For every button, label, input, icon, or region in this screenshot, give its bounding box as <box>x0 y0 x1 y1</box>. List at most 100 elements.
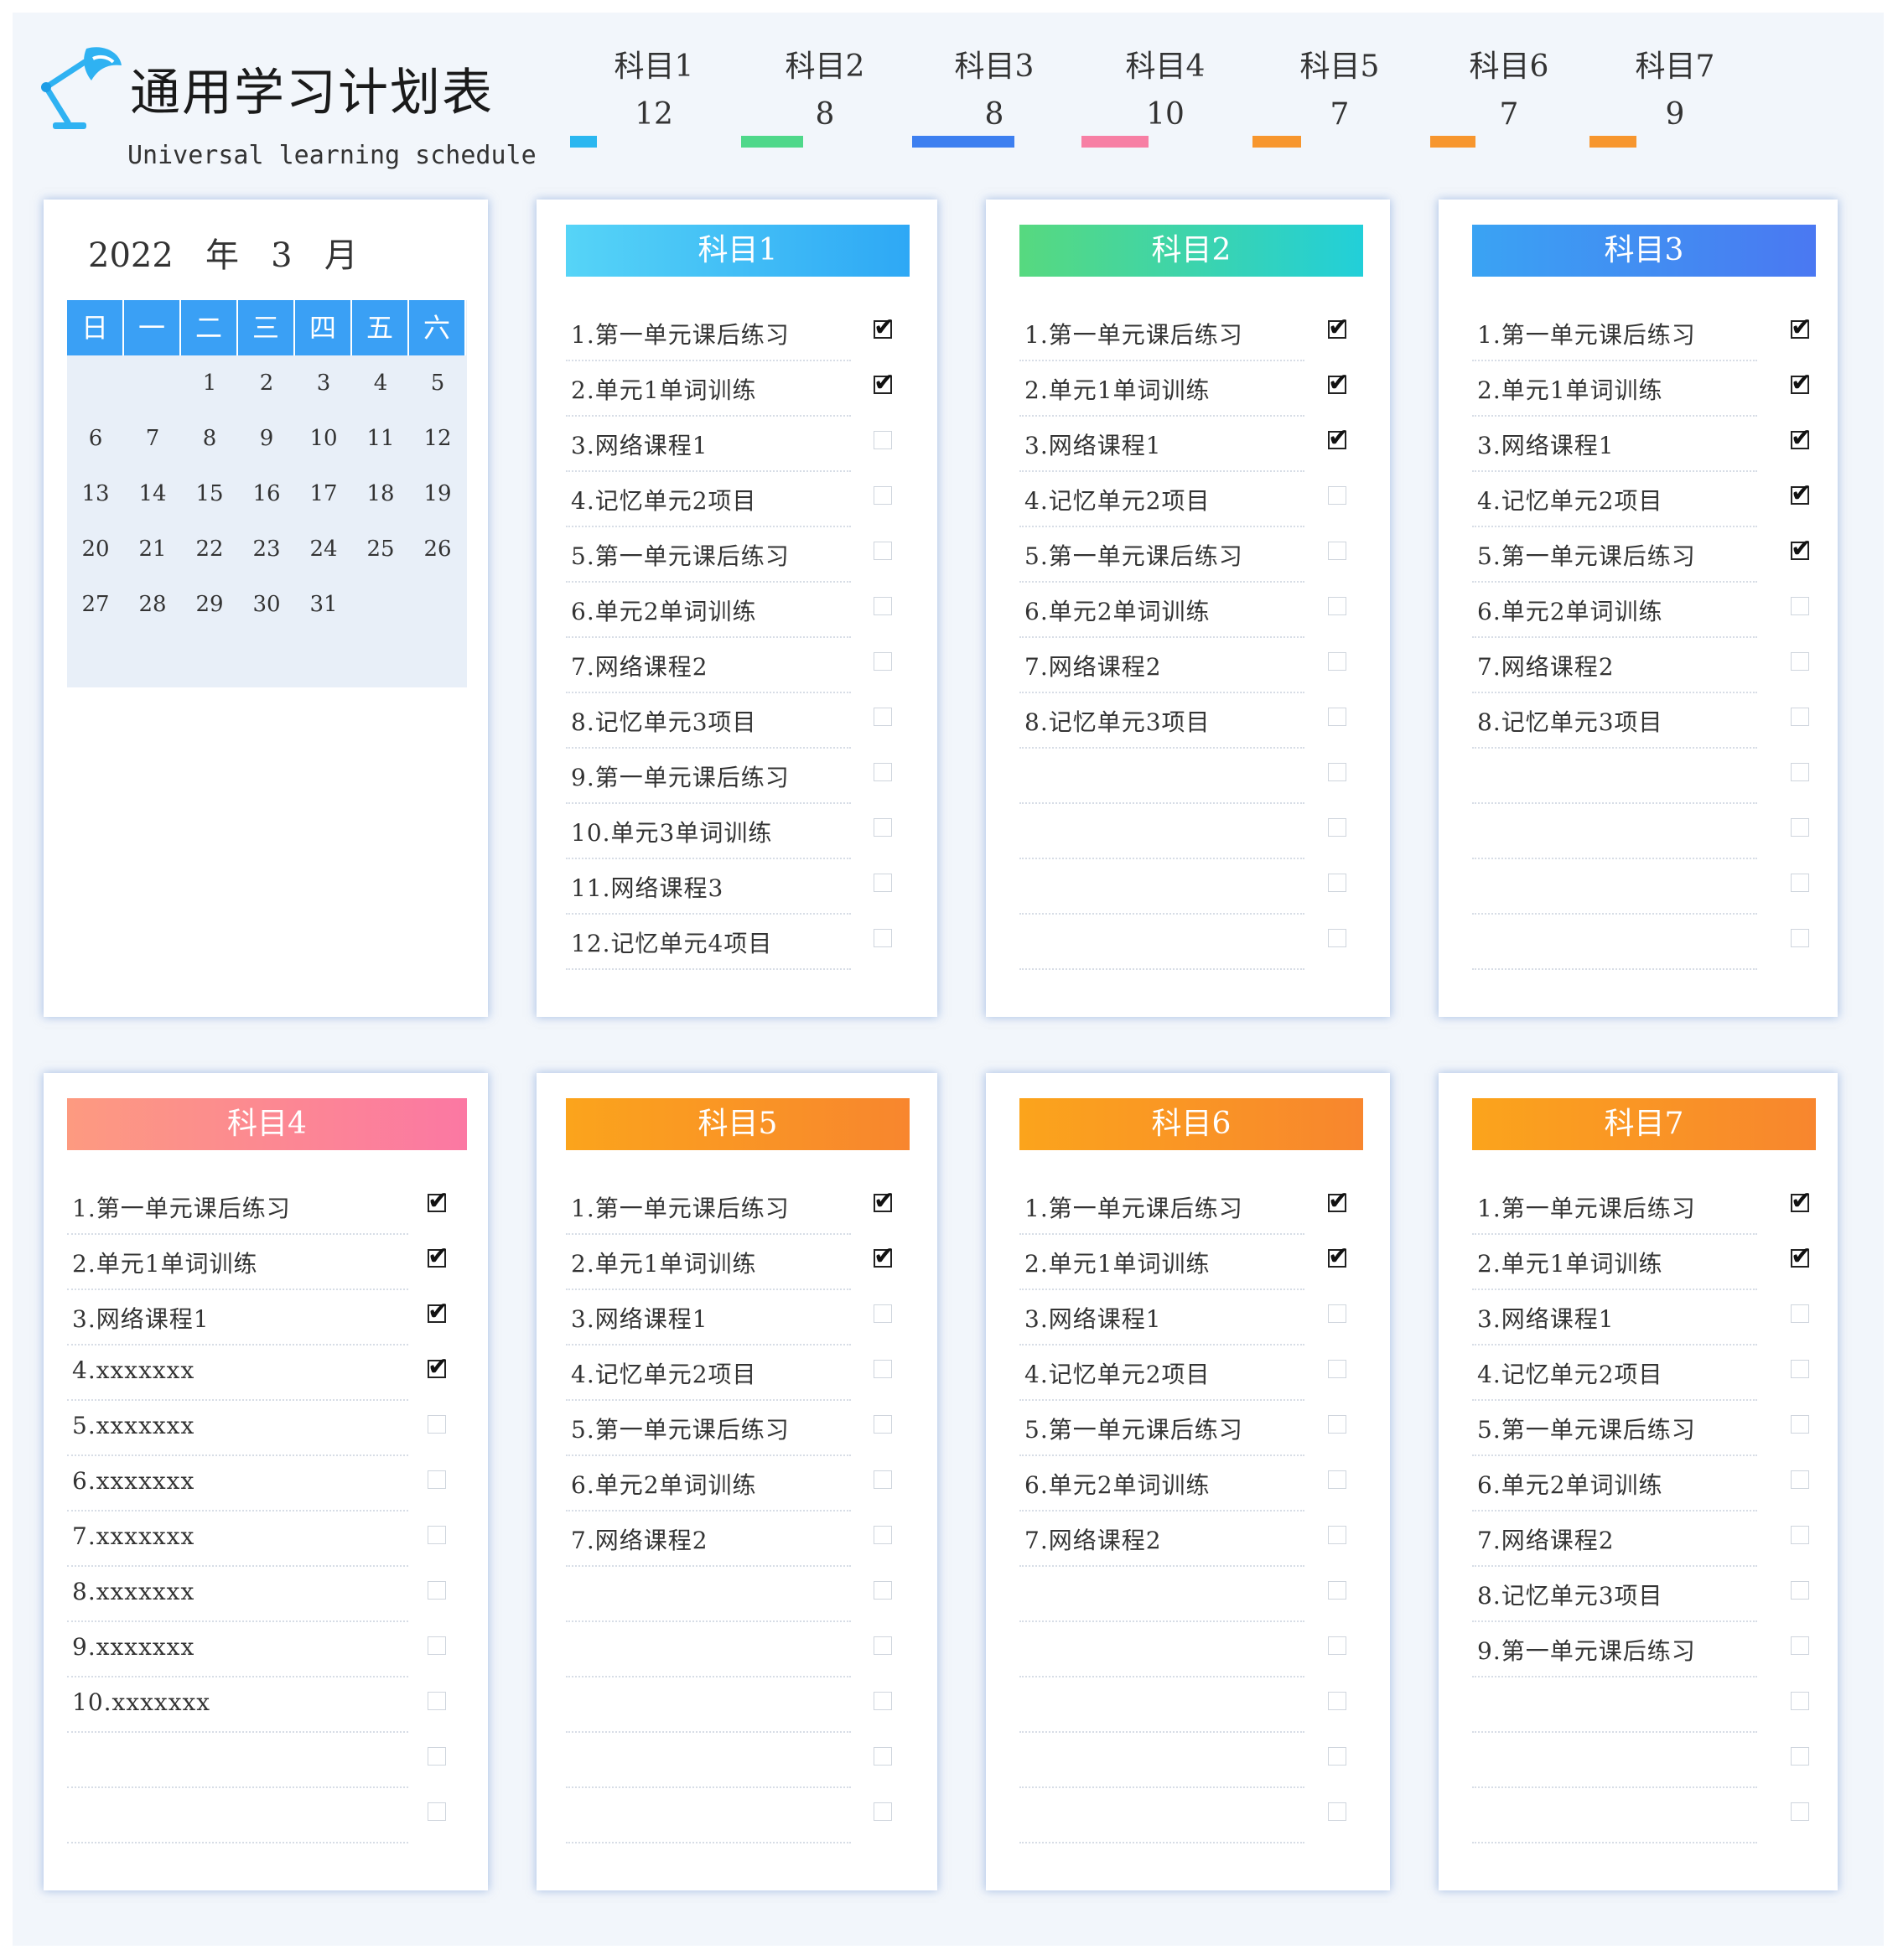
task-checkbox[interactable] <box>428 1692 446 1710</box>
task-checkbox[interactable] <box>1328 1526 1346 1544</box>
calendar-day[interactable]: 1 <box>181 355 238 411</box>
task-checkbox[interactable] <box>874 1581 892 1600</box>
task-checkbox-checked[interactable]: ✔ <box>1791 1244 1812 1269</box>
calendar-day[interactable]: 8 <box>181 411 238 466</box>
task-checkbox[interactable] <box>874 929 892 947</box>
task-checkbox[interactable] <box>1791 1581 1809 1600</box>
task-checkbox-checked[interactable]: ✔ <box>428 1299 449 1325</box>
task-checkbox-checked[interactable]: ✔ <box>874 315 895 340</box>
calendar-day[interactable]: 21 <box>124 521 181 577</box>
task-checkbox[interactable] <box>1791 1470 1809 1489</box>
task-checkbox[interactable] <box>874 818 892 837</box>
task-checkbox-checked[interactable]: ✔ <box>1791 371 1812 396</box>
calendar-day[interactable]: 19 <box>409 466 466 521</box>
calendar-day[interactable]: 7 <box>124 411 181 466</box>
task-checkbox[interactable] <box>1328 1802 1346 1821</box>
task-checkbox[interactable] <box>428 1470 446 1489</box>
task-checkbox[interactable] <box>874 597 892 615</box>
calendar-day[interactable]: 23 <box>238 521 295 577</box>
task-checkbox[interactable] <box>1791 597 1809 615</box>
task-checkbox[interactable] <box>1791 1360 1809 1378</box>
task-checkbox[interactable] <box>874 1415 892 1434</box>
task-checkbox[interactable] <box>1328 929 1346 947</box>
calendar-day[interactable]: 16 <box>238 466 295 521</box>
task-checkbox-checked[interactable]: ✔ <box>428 1244 449 1269</box>
task-checkbox-checked[interactable]: ✔ <box>1791 1189 1812 1214</box>
task-checkbox[interactable] <box>1791 1747 1809 1766</box>
calendar-day[interactable]: 15 <box>181 466 238 521</box>
task-checkbox[interactable] <box>1791 1692 1809 1710</box>
task-checkbox[interactable] <box>874 1692 892 1710</box>
task-checkbox[interactable] <box>874 1747 892 1766</box>
task-checkbox-checked[interactable]: ✔ <box>1328 315 1349 340</box>
task-checkbox[interactable] <box>1328 597 1346 615</box>
calendar-day[interactable]: 28 <box>124 577 181 632</box>
task-checkbox[interactable] <box>1328 1470 1346 1489</box>
calendar-day[interactable]: 22 <box>181 521 238 577</box>
task-checkbox[interactable] <box>428 1802 446 1821</box>
task-checkbox[interactable] <box>1328 763 1346 781</box>
calendar-day[interactable]: 31 <box>295 577 352 632</box>
task-checkbox[interactable] <box>428 1581 446 1600</box>
task-checkbox[interactable] <box>874 542 892 560</box>
calendar-day[interactable]: 11 <box>352 411 409 466</box>
calendar-day[interactable]: 5 <box>409 355 466 411</box>
task-checkbox[interactable] <box>1791 1636 1809 1655</box>
calendar-day[interactable]: 18 <box>352 466 409 521</box>
task-checkbox-checked[interactable]: ✔ <box>1328 371 1349 396</box>
task-checkbox[interactable] <box>428 1415 446 1434</box>
calendar-day[interactable]: 26 <box>409 521 466 577</box>
calendar-day[interactable]: 14 <box>124 466 181 521</box>
calendar-day[interactable]: 13 <box>67 466 124 521</box>
task-checkbox[interactable] <box>1791 1802 1809 1821</box>
task-checkbox[interactable] <box>874 652 892 671</box>
calendar-day[interactable]: 2 <box>238 355 295 411</box>
task-checkbox[interactable] <box>874 486 892 505</box>
task-checkbox[interactable] <box>428 1636 446 1655</box>
task-checkbox[interactable] <box>1791 818 1809 837</box>
task-checkbox-checked[interactable]: ✔ <box>1328 1189 1349 1214</box>
task-checkbox[interactable] <box>1791 1526 1809 1544</box>
calendar-day[interactable]: 12 <box>409 411 466 466</box>
task-checkbox-checked[interactable]: ✔ <box>874 371 895 396</box>
calendar-day[interactable]: 24 <box>295 521 352 577</box>
task-checkbox[interactable] <box>874 1470 892 1489</box>
calendar-day[interactable]: 27 <box>67 577 124 632</box>
task-checkbox[interactable] <box>1328 1304 1346 1323</box>
calendar-day[interactable]: 30 <box>238 577 295 632</box>
calendar-day[interactable]: 3 <box>295 355 352 411</box>
task-checkbox[interactable] <box>1791 1304 1809 1323</box>
calendar-day[interactable]: 17 <box>295 466 352 521</box>
task-checkbox-checked[interactable]: ✔ <box>1791 426 1812 451</box>
task-checkbox-checked[interactable]: ✔ <box>1791 315 1812 340</box>
calendar-day[interactable]: 29 <box>181 577 238 632</box>
task-checkbox[interactable] <box>1328 542 1346 560</box>
task-checkbox[interactable] <box>1791 708 1809 726</box>
calendar-day[interactable]: 10 <box>295 411 352 466</box>
task-checkbox[interactable] <box>1328 1747 1346 1766</box>
task-checkbox-checked[interactable]: ✔ <box>428 1189 449 1214</box>
task-checkbox[interactable] <box>428 1747 446 1766</box>
task-checkbox[interactable] <box>874 763 892 781</box>
task-checkbox-checked[interactable]: ✔ <box>1791 537 1812 562</box>
task-checkbox[interactable] <box>1791 929 1809 947</box>
task-checkbox[interactable] <box>874 1636 892 1655</box>
task-checkbox-checked[interactable]: ✔ <box>1791 481 1812 506</box>
task-checkbox-checked[interactable]: ✔ <box>1328 426 1349 451</box>
task-checkbox[interactable] <box>1791 763 1809 781</box>
task-checkbox[interactable] <box>1328 1360 1346 1378</box>
task-checkbox[interactable] <box>1328 874 1346 892</box>
task-checkbox[interactable] <box>874 1526 892 1544</box>
task-checkbox[interactable] <box>1328 818 1346 837</box>
task-checkbox[interactable] <box>874 1802 892 1821</box>
task-checkbox-checked[interactable]: ✔ <box>1328 1244 1349 1269</box>
task-checkbox[interactable] <box>1328 1692 1346 1710</box>
task-checkbox[interactable] <box>428 1526 446 1544</box>
task-checkbox[interactable] <box>1328 486 1346 505</box>
task-checkbox[interactable] <box>1791 874 1809 892</box>
task-checkbox[interactable] <box>1328 1415 1346 1434</box>
task-checkbox-checked[interactable]: ✔ <box>874 1244 895 1269</box>
calendar-day[interactable]: 6 <box>67 411 124 466</box>
calendar-day[interactable]: 20 <box>67 521 124 577</box>
task-checkbox[interactable] <box>1328 1636 1346 1655</box>
